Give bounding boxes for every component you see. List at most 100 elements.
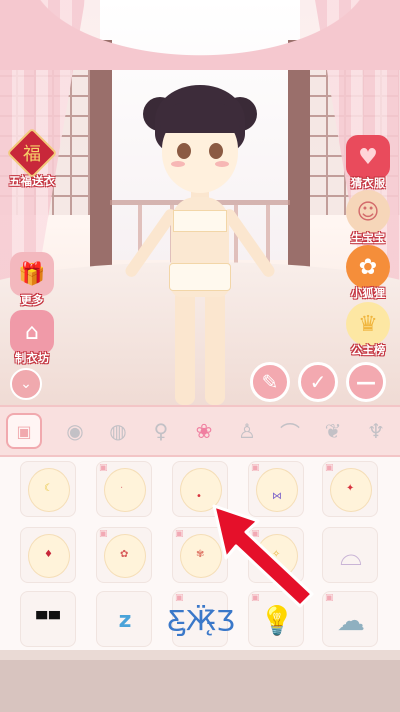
camera-icon: ▣ [251,463,260,473]
moon-mark-item[interactable]: ☾ [20,461,76,517]
pillar-left [90,40,112,270]
confirm-button[interactable]: ✓ [298,362,338,402]
more-button[interactable]: 🎁 更多 [2,252,62,308]
bottom-panel [0,650,400,712]
sunglasses-icon: ▀▀ [36,612,62,628]
hairstyle-icon: ♀ [153,419,169,443]
forehead-mark: ✿ [120,549,129,560]
bottom-panel-inner [0,660,400,712]
category-tab-eyes[interactable]: ◉ [56,411,94,451]
shop-icon: ⌂ [10,310,54,354]
forehead-mark: ✦ [346,483,355,494]
fox-icon: ✿ [346,245,390,289]
camera-icon: ▣ [99,463,108,473]
pillar-right [288,40,310,270]
outfit-bottom [169,263,231,291]
more-label: 更多 [20,293,44,307]
eye-left [177,143,191,159]
gold-mark-item[interactable]: ▣ ✧ [248,527,304,583]
head-preview: ♦ [28,534,70,578]
accessory-icon: ❦ [324,419,342,443]
brush-clean-button[interactable]: ✎ [250,362,290,402]
wardrobe-icon: ▣ [16,421,32,441]
leg-right [205,290,225,405]
remove-button[interactable]: — [346,362,386,402]
flower-mark-item[interactable]: ▣ ✿ [96,527,152,583]
camera-icon: ▣ [175,529,184,539]
category-tab-shoes[interactable]: ⌒ [271,411,309,451]
sunglasses-item[interactable]: ▀▀ [20,591,76,647]
guess-clothes-button[interactable]: ♥ 猜衣服 [338,135,398,191]
butterfly-icon: Ƹ̵̡Ӝ̵̨̄Ʒ [167,603,235,637]
dress-icon: ♙ [238,419,256,443]
curtain-valance [0,0,400,70]
category-tab-hair[interactable]: ◍ [99,411,137,451]
head-preview: ✾ [180,534,222,578]
category-tab-wings[interactable]: ♆ [357,411,395,451]
five-fortune-button[interactable]: 福 五福送衣 [2,127,62,189]
hair-icon: ◍ [109,419,127,443]
scribble-icon: ☁ [337,603,365,637]
forehead-mark: ✾ [196,549,205,560]
camera-icon: ▣ [99,529,108,539]
butterfly-mark-item[interactable]: ▣ ⋈ [248,461,304,517]
drop-mark-item[interactable]: ♦ [20,527,76,583]
tailor-shop-label: 制衣坊 [14,351,50,365]
category-tab-accessory[interactable]: ❦ [314,411,352,451]
lotus-icon: ❀ [195,419,213,443]
head-preview: ☾ [28,468,70,512]
collar-item[interactable]: ⌓ [322,527,378,583]
category-tab-dress[interactable]: ♙ [228,411,266,451]
fu-charm-icon: 福 [6,127,58,179]
butterfly-item[interactable]: ▣ Ƹ̵̡Ӝ̵̨̄Ʒ [167,591,235,647]
lightbulb-item[interactable]: ▣ 💡 [248,591,304,647]
princess-ranking-button[interactable]: ♛ 公主榜 [338,302,398,358]
little-fox-label: 小狐狸 [350,286,386,300]
have-baby-button[interactable]: ☺ 生宝宝 [338,190,398,246]
crown-icon: ♛ [346,302,390,346]
category-tab-hairstyle[interactable]: ♀ [142,411,180,451]
forehead-mark: ☾ [44,483,53,494]
forehead-mark: ⋈ [272,491,282,502]
guess-clothes-label: 猜衣服 [350,176,386,190]
zzz-item[interactable]: z [96,591,152,647]
blush-right [215,161,229,167]
leg-left [175,290,195,405]
blush-left [171,161,185,167]
shoes-icon: ⌒ [280,420,300,445]
category-tab-lotus[interactable]: ❀ [185,411,223,451]
category-bar: ▣ ◉ ◍ ♀ ❀ ♙ ⌒ ❦ ♆ [0,405,400,457]
red-dot-mark-item[interactable]: • [172,461,228,517]
head-preview: • [180,468,222,512]
head-preview: ✦ [330,468,372,512]
zzz-icon: z [118,607,132,633]
scribble-item[interactable]: ▣ ☁ [322,591,378,647]
clothes-heart-icon: ♥ [346,135,390,179]
hair-bangs [160,103,240,133]
collapse-button[interactable]: ⌄ [10,368,42,400]
category-tab-wardrobe[interactable]: ▣ [6,413,42,449]
baby-icon: ☺ [346,190,390,234]
forehead-mark: ♦ [44,549,53,560]
eyes-icon: ◉ [66,419,84,443]
princess-ranking-label: 公主榜 [350,343,386,357]
tailor-shop-button[interactable]: ⌂ 制衣坊 [2,310,62,366]
dots-mark-item[interactable]: ▣ · [96,461,152,517]
collar-icon: ⌓ [339,539,363,572]
outfit-top [173,210,227,232]
flower2-mark-item[interactable]: ▣ ✾ [172,527,228,583]
wings-icon: ♆ [367,419,385,443]
camera-icon: ▣ [325,463,334,473]
forehead-mark: ✧ [272,549,281,560]
little-fox-button[interactable]: ✿ 小狐狸 [338,245,398,301]
doll-character[interactable] [115,85,285,405]
head-preview: · [104,468,146,512]
head-preview: ⋈ [256,468,298,512]
item-grid: ☾ ▣ · • ▣ ⋈ ▣ ✦ ♦ ▣ ✿ ▣ ✾ ▣ ✧ ⌓ ▀▀ z ▣ Ƹ̵̡Ӝ̵̨̄Ʒ ▣ 💡 ▣ ☁ [0,457,400,650]
forehead-mark: • [196,491,202,502]
forehead-mark: · [120,483,124,494]
head-preview: ✿ [104,534,146,578]
bag-icon: 🎁 [10,252,54,296]
star-mark-item[interactable]: ▣ ✦ [322,461,378,517]
camera-icon: ▣ [251,529,260,539]
